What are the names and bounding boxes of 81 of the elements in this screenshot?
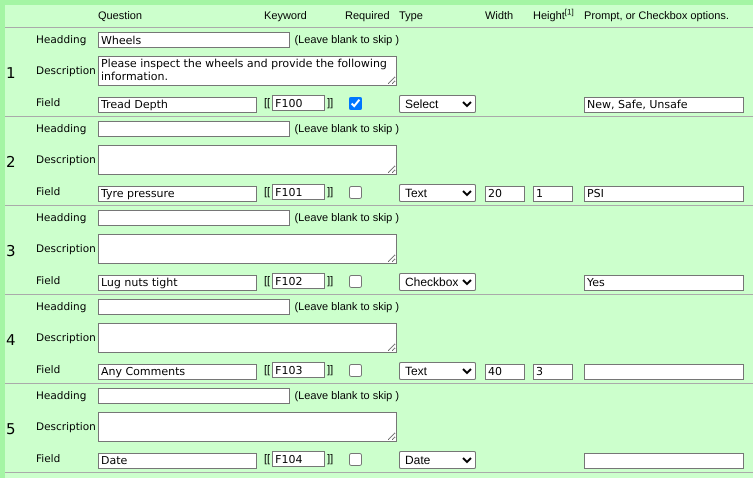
description-input[interactable]: Please inspect the wheels and provide the following information. [98,56,397,86]
width-input[interactable]: 20 [485,186,525,202]
bracket-text: ]] [327,453,334,465]
question-input[interactable]: Any Comments [98,364,257,380]
bracket-text: [[ [264,453,270,465]
column-header: Keyword [264,10,308,22]
type-select[interactable]: Text [399,362,476,380]
height-input[interactable]: 3 [533,364,573,380]
required-checkbox[interactable] [349,274,362,288]
bracket-text: ]] [327,275,334,287]
description-input[interactable] [98,145,397,175]
keyword-input[interactable]: F100 [272,95,326,111]
heading-label: Headding [36,123,88,135]
keyword-input[interactable]: F104 [272,451,326,467]
description-input[interactable] [98,323,397,353]
heading-label: Headding [36,212,88,224]
bracket-text: [[ [264,364,270,376]
keyword-input[interactable]: F102 [272,273,326,289]
prompt-input[interactable]: Yes [584,274,744,291]
height-input[interactable]: 1 [533,186,573,202]
prompt-input[interactable] [584,452,744,469]
bracket-text: ]] [327,97,334,109]
heading-input[interactable] [98,121,290,137]
question-input[interactable]: Date [98,452,257,469]
type-select[interactable]: Date [399,451,476,469]
prompt-input[interactable] [584,364,744,380]
description-input[interactable] [98,412,397,442]
width-input[interactable]: 40 [485,364,525,380]
heading-label: Headding [36,390,88,402]
bracket-text: [[ [264,275,270,287]
hint-text: (Leave blank to skip ) [294,390,399,402]
field-label: Field [36,97,62,109]
type-select[interactable]: Select [399,95,476,113]
description-label: Description [36,421,97,433]
row-number: 2 [5,153,17,171]
hint-text: (Leave blank to skip ) [294,212,399,224]
hint-text: (Leave blank to skip ) [294,34,399,46]
heading-input[interactable] [98,210,290,226]
required-checkbox[interactable] [349,186,362,198]
question-input[interactable]: Lug nuts tight [98,274,257,291]
field-label: Field [36,275,62,287]
heading-input[interactable] [98,299,290,315]
question-input[interactable]: Tyre pressure [98,186,257,202]
column-header: Width [485,10,514,22]
prompt-input[interactable]: New, Safe, Unsafe [584,96,744,113]
required-checkbox[interactable] [349,96,362,110]
bracket-text: ]] [327,186,334,198]
bracket-text: [[ [264,97,270,109]
bracket-text: [[ [264,186,270,198]
keyword-input[interactable]: F103 [272,362,326,378]
hint-text: (Leave blank to skip ) [294,123,399,135]
type-select[interactable]: Text [399,184,476,202]
heading-input[interactable]: Wheels [98,32,290,48]
row-number: 4 [5,331,17,349]
field-label: Field [36,186,62,198]
heading-label: Headding [36,301,88,313]
heading-label: Headding [36,34,88,46]
description-label: Description [36,154,97,166]
row-number: 3 [5,242,17,260]
row-number: 1 [5,64,17,82]
column-header: Height$^{[1]}$ [533,10,575,22]
row-number: 5 [5,420,17,438]
description-label: Description [36,65,97,77]
type-select[interactable]: Checkbox [399,273,476,291]
column-header: Required [345,10,391,22]
field-label: Field [36,453,62,465]
description-input[interactable] [98,234,397,264]
required-checkbox[interactable] [349,364,362,376]
bracket-text: ]] [327,364,334,376]
column-header: Type [399,10,424,22]
column-header: Question [98,10,144,22]
question-input[interactable]: Tread Depth [98,96,257,113]
column-header: Prompt, or Checkbox options. [584,10,730,22]
heading-input[interactable] [98,388,290,404]
keyword-input[interactable]: F101 [272,184,326,200]
description-label: Description [36,332,97,344]
field-label: Field [36,364,62,376]
description-label: Description [36,243,97,255]
required-checkbox[interactable] [349,452,362,466]
hint-text: (Leave blank to skip ) [294,301,399,313]
prompt-input[interactable]: PSI [584,186,744,202]
